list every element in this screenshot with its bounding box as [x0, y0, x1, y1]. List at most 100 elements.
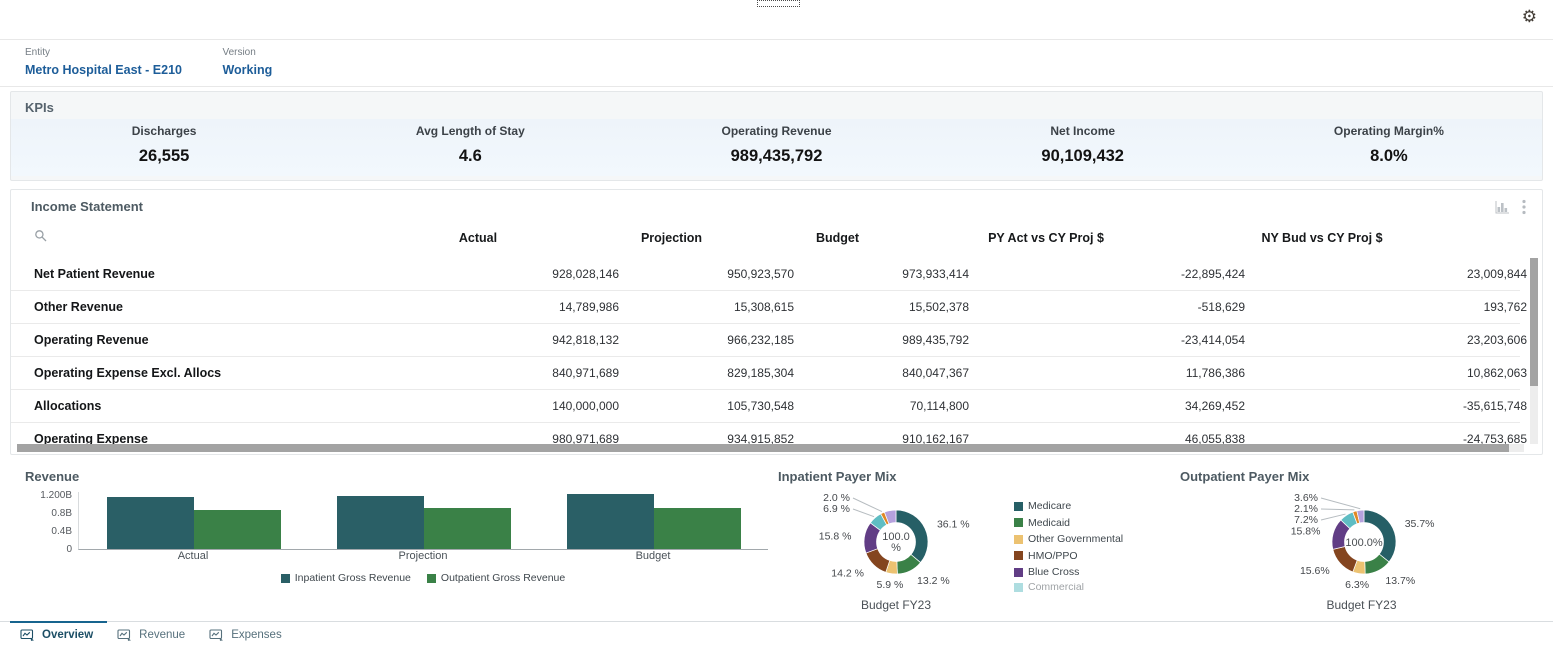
tab-expenses[interactable]: Expenses [199, 622, 296, 645]
slice-label: 7.2% [1294, 514, 1318, 526]
kpi-label: Discharges [11, 124, 317, 138]
donut-slice-hmo-ppo[interactable] [1332, 546, 1356, 571]
donut-slice-medicare[interactable] [1364, 510, 1396, 562]
cell-value[interactable]: -518,629 [971, 300, 1247, 314]
legend-swatch [1014, 518, 1023, 527]
search-cell [11, 229, 381, 248]
cell-value[interactable]: 105,730,548 [621, 399, 796, 413]
cell-value[interactable]: 23,009,844 [1247, 267, 1529, 281]
legend-item[interactable]: Other Governmental [1014, 533, 1123, 545]
donut-center-label: 100.0% [1345, 537, 1383, 549]
row-label: Allocations [11, 399, 381, 413]
cell-value[interactable]: 193,762 [1247, 300, 1529, 314]
legend-item[interactable]: HMO/PPO [1014, 550, 1123, 562]
cell-value[interactable]: 829,185,304 [621, 366, 796, 380]
cell-value[interactable]: 973,933,414 [796, 267, 971, 281]
search-icon[interactable] [34, 230, 48, 247]
cell-value[interactable]: 942,818,132 [381, 333, 621, 347]
slice-label: 15.8 % [819, 530, 852, 542]
vertical-scrollbar[interactable] [1530, 258, 1538, 444]
bar-inpatient[interactable] [567, 494, 654, 549]
gear-icon[interactable]: ⚙ [1522, 8, 1537, 25]
legend-item[interactable]: Commercial [1014, 583, 1123, 592]
legend-item[interactable]: Blue Cross [1014, 566, 1123, 578]
cell-value[interactable]: 34,269,452 [971, 399, 1247, 413]
x-category-label: Actual [178, 550, 209, 562]
cell-value[interactable]: 989,435,792 [796, 333, 971, 347]
legend-item[interactable]: Medicare [1014, 500, 1123, 512]
table-row: Other Revenue14,789,98615,308,61515,502,… [11, 291, 1520, 324]
inpatient-payer-mix-panel: Inpatient Payer Mix 36.1 %13.2 %5.9 %14.… [778, 466, 1180, 612]
cell-value[interactable]: 14,789,986 [381, 300, 621, 314]
cell-value[interactable]: 140,000,000 [381, 399, 621, 413]
bar-outpatient[interactable] [424, 508, 511, 549]
cell-value[interactable]: -22,895,424 [971, 267, 1247, 281]
revenue-chart-panel: Revenue 00.4B0.8B1.200B ActualProjection… [10, 466, 778, 612]
label-leader-line [853, 509, 874, 517]
version-value-link[interactable]: Working [222, 63, 272, 77]
legend-label: Other Governmental [1028, 533, 1123, 545]
tab-label: Expenses [231, 629, 282, 641]
cell-value[interactable]: 10,862,063 [1247, 366, 1529, 380]
slice-label: 5.9 % [877, 579, 904, 591]
cell-value[interactable]: 966,232,185 [621, 333, 796, 347]
legend-item[interactable]: Medicaid [1014, 517, 1123, 529]
legend-swatch [1014, 551, 1023, 560]
horizontal-scrollbar[interactable] [17, 444, 1524, 452]
cell-value[interactable]: -23,414,054 [971, 333, 1247, 347]
income-statement-panel: Income Statement ActualProjectionBudgetP… [10, 189, 1543, 455]
horizontal-scrollbar-thumb[interactable] [17, 444, 1509, 452]
cell-value[interactable]: -35,615,748 [1247, 399, 1529, 413]
column-header: NY Bud vs CY Proj $ [1247, 231, 1529, 245]
donut-slice-hmo-ppo[interactable] [866, 549, 890, 573]
income-statement-title: Income Statement [11, 190, 1542, 214]
cell-value[interactable]: 950,923,570 [621, 267, 796, 281]
tab-overview[interactable]: Overview [10, 622, 107, 645]
cell-value[interactable]: 840,047,367 [796, 366, 971, 380]
cell-value[interactable]: 840,971,689 [381, 366, 621, 380]
cell-value[interactable]: 15,308,615 [621, 300, 796, 314]
cell-value[interactable]: 70,114,800 [796, 399, 971, 413]
bar-inpatient[interactable] [337, 496, 424, 549]
legend-swatch [427, 574, 436, 583]
revenue-chart-title: Revenue [25, 469, 778, 484]
bar-inpatient[interactable] [107, 497, 194, 549]
chart-view-icon[interactable] [1495, 200, 1510, 214]
cell-value[interactable]: 928,028,146 [381, 267, 621, 281]
slice-label: 14.2 % [831, 567, 864, 579]
slice-label: 6.3% [1345, 579, 1369, 591]
x-category-label: Budget [636, 550, 671, 562]
tab-revenue[interactable]: Revenue [107, 622, 199, 645]
label-leader-line [1321, 509, 1354, 510]
legend-swatch [1014, 583, 1023, 592]
table-row: Allocations140,000,000105,730,54870,114,… [11, 390, 1520, 423]
kpi-value: 8.0% [1236, 147, 1542, 166]
column-header: Budget [796, 231, 971, 245]
column-header: PY Act vs CY Proj $ [971, 231, 1247, 245]
bar-outpatient[interactable] [654, 508, 741, 549]
inpatient-donut-chart: 36.1 %13.2 %5.9 %14.2 %15.8 %2.0 %6.9 %1… [778, 484, 1014, 600]
kpi-tile: Operating Margin%8.0% [1236, 119, 1542, 176]
bar-outpatient[interactable] [194, 510, 281, 549]
outpatient-payer-mix-title: Outpatient Payer Mix [1180, 469, 1543, 484]
cell-value[interactable]: 11,786,386 [971, 366, 1247, 380]
pov-entity: Entity Metro Hospital East - E210 [25, 47, 182, 77]
legend-swatch [1014, 502, 1023, 511]
outpatient-donut-chart: 35.7%13.7%6.3%15.6%15.8%3.6%2.1%7.2%100.… [1184, 484, 1540, 600]
y-tick-label: 0.8B [51, 508, 72, 519]
kpi-label: Net Income [930, 124, 1236, 138]
charts-row: Revenue 00.4B0.8B1.200B ActualProjection… [10, 466, 1543, 612]
kpi-label: Operating Revenue [623, 124, 929, 138]
kpi-value: 989,435,792 [623, 147, 929, 166]
entity-value-link[interactable]: Metro Hospital East - E210 [25, 63, 182, 77]
label-leader-line [1321, 498, 1360, 509]
vertical-scrollbar-thumb[interactable] [1530, 258, 1538, 386]
version-label: Version [222, 47, 272, 58]
cell-value[interactable]: 23,203,606 [1247, 333, 1529, 347]
legend-item[interactable]: Inpatient Gross Revenue [281, 572, 411, 584]
cell-value[interactable]: 15,502,378 [796, 300, 971, 314]
kebab-menu-icon[interactable] [1522, 199, 1526, 215]
legend-item[interactable]: Outpatient Gross Revenue [427, 572, 565, 584]
x-category-label: Projection [399, 550, 448, 562]
donut-center-label: 100.0% [882, 531, 910, 554]
